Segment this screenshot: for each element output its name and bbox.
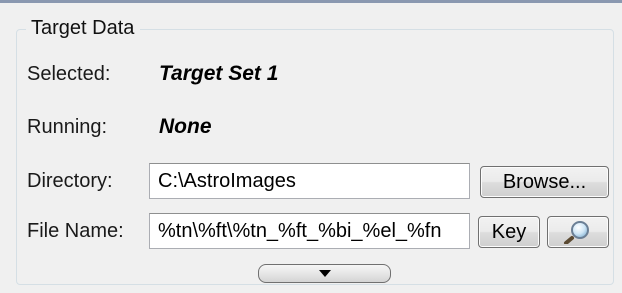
- group-title: Target Data: [26, 14, 141, 42]
- directory-label: Directory:: [27, 170, 113, 192]
- magnifier-icon: [563, 220, 593, 245]
- browse-button[interactable]: Browse...: [480, 166, 609, 198]
- directory-input[interactable]: [149, 163, 470, 199]
- selected-value: Target Set 1: [159, 62, 279, 85]
- window-top-border: [0, 0, 622, 3]
- preview-button[interactable]: [547, 216, 609, 248]
- selected-label: Selected:: [27, 63, 111, 85]
- file-name-input[interactable]: [149, 213, 470, 249]
- running-value: None: [159, 115, 212, 138]
- chevron-down-icon: [318, 270, 331, 277]
- expander-button[interactable]: [258, 264, 391, 283]
- file-name-label: File Name:: [27, 220, 124, 242]
- running-label: Running:: [27, 116, 108, 138]
- key-button[interactable]: Key: [478, 216, 540, 248]
